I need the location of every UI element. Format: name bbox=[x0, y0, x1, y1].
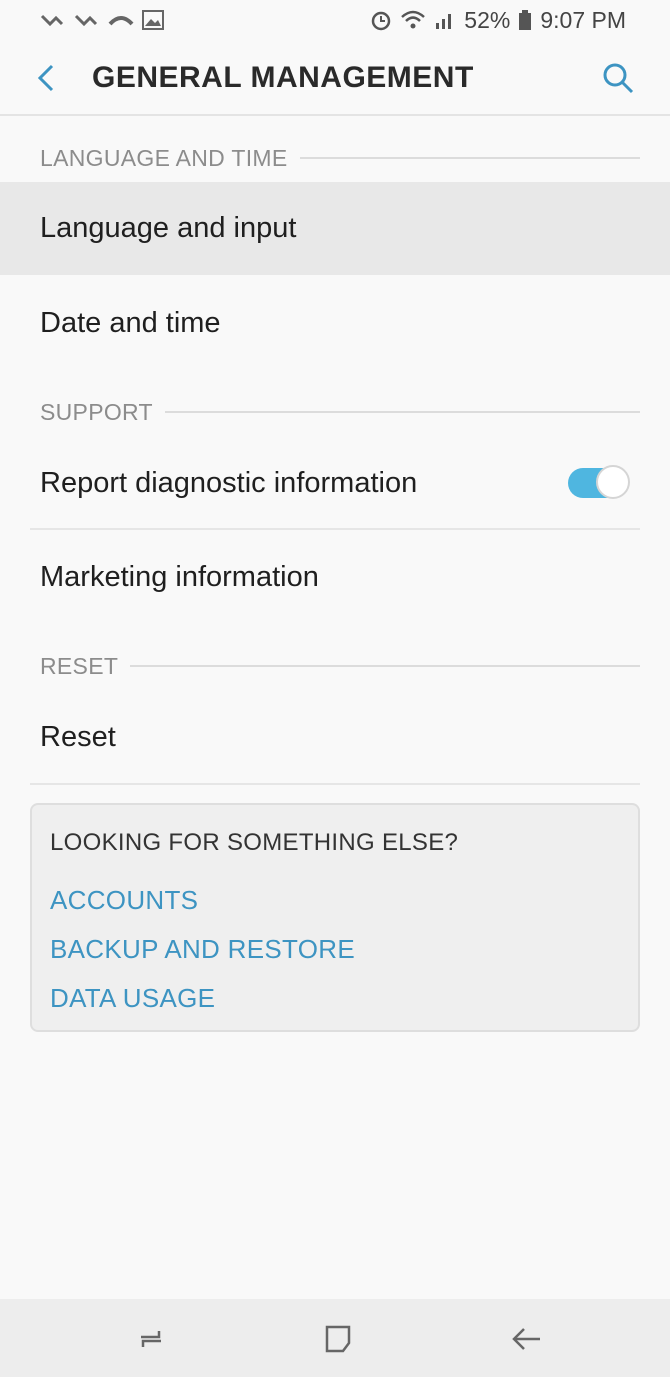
back-arrow-icon[interactable] bbox=[32, 62, 64, 94]
navigation-bar bbox=[0, 1299, 670, 1377]
system-status: 52% 9:07 PM bbox=[370, 7, 626, 34]
section-divider bbox=[299, 157, 640, 159]
section-label: SUPPORT bbox=[40, 398, 153, 425]
missed-call-icon bbox=[74, 14, 98, 27]
alarm-icon bbox=[372, 11, 391, 31]
date-and-time-item[interactable]: Date and time bbox=[0, 277, 670, 370]
recents-icon[interactable] bbox=[135, 1323, 167, 1355]
battery-icon bbox=[519, 10, 532, 30]
report-diagnostic-toggle[interactable] bbox=[568, 465, 630, 500]
item-label: Marketing information bbox=[40, 561, 319, 593]
call-icon bbox=[108, 16, 134, 26]
suggestions-card: LOOKING FOR SOMETHING ELSE? ACCOUNTS BAC… bbox=[30, 803, 640, 1032]
section-header-language-time: LANGUAGE AND TIME bbox=[40, 143, 640, 173]
app-bar: GENERAL MANAGEMENT bbox=[0, 40, 670, 116]
clock: 9:07 PM bbox=[540, 6, 626, 33]
item-label: Report diagnostic information bbox=[40, 466, 418, 499]
marketing-information-item[interactable]: Marketing information bbox=[0, 531, 670, 624]
wifi-icon bbox=[401, 10, 426, 29]
item-label: Date and time bbox=[40, 307, 221, 339]
divider bbox=[30, 783, 640, 785]
home-icon[interactable] bbox=[323, 1323, 355, 1355]
missed-call-icon bbox=[40, 14, 64, 27]
section-header-reset: RESET bbox=[40, 651, 640, 681]
item-label: Language and input bbox=[40, 212, 297, 244]
language-and-input-item[interactable]: Language and input bbox=[0, 182, 670, 275]
report-diagnostic-item[interactable]: Report diagnostic information bbox=[0, 437, 670, 529]
reset-item[interactable]: Reset bbox=[0, 691, 670, 783]
section-divider bbox=[130, 665, 640, 667]
accounts-link[interactable]: ACCOUNTS bbox=[50, 885, 198, 916]
section-divider bbox=[164, 411, 640, 413]
section-label: LANGUAGE AND TIME bbox=[40, 144, 288, 171]
item-label: Reset bbox=[40, 720, 116, 753]
battery-percent: 52% bbox=[464, 6, 511, 33]
suggestions-title: LOOKING FOR SOMETHING ELSE? bbox=[50, 829, 459, 856]
notification-icons bbox=[40, 10, 164, 30]
toggle-knob bbox=[596, 465, 630, 499]
section-label: RESET bbox=[40, 652, 119, 679]
section-header-support: SUPPORT bbox=[40, 397, 640, 427]
signal-icon bbox=[436, 14, 452, 29]
image-icon bbox=[142, 10, 164, 30]
data-usage-link[interactable]: DATA USAGE bbox=[50, 983, 215, 1014]
back-icon[interactable] bbox=[510, 1323, 542, 1355]
search-icon[interactable] bbox=[602, 62, 634, 94]
backup-and-restore-link[interactable]: BACKUP AND RESTORE bbox=[50, 934, 355, 965]
divider bbox=[30, 528, 640, 530]
page-title: GENERAL MANAGEMENT bbox=[92, 61, 474, 94]
status-bar: 52% 9:07 PM bbox=[0, 0, 670, 40]
